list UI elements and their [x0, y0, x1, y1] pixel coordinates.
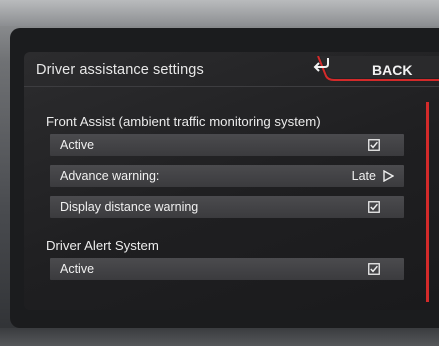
section-title-driver-alert: Driver Alert System — [46, 238, 159, 253]
checkbox-checked-icon[interactable] — [368, 139, 380, 151]
play-arrow-icon — [383, 170, 394, 182]
page-title: Driver assistance settings — [36, 62, 204, 78]
infotainment-screen: Driver assistance settings BACK Front As… — [24, 52, 439, 310]
checkbox-checked-icon[interactable] — [368, 201, 380, 213]
return-arrow-icon — [313, 58, 329, 72]
back-label: BACK — [372, 62, 413, 78]
display-distance-warning-row[interactable]: Display distance warning — [50, 196, 404, 218]
row-label: Active — [60, 262, 95, 276]
advance-warning-row[interactable]: Advance warning: Late — [50, 165, 404, 187]
header-divider — [24, 86, 439, 87]
row-label: Advance warning: — [60, 169, 160, 183]
section-title-front-assist: Front Assist (ambient traffic monitoring… — [46, 114, 321, 129]
front-assist-active-row[interactable]: Active — [50, 134, 404, 156]
back-button[interactable]: BACK — [312, 56, 439, 82]
bezel-bottom-trim — [0, 328, 439, 346]
bezel-top-edge — [0, 0, 439, 26]
checkbox-checked-icon[interactable] — [368, 263, 380, 275]
driver-alert-active-row[interactable]: Active — [50, 258, 404, 280]
scrollbar[interactable] — [426, 102, 429, 302]
row-label: Display distance warning — [60, 200, 199, 214]
advance-warning-value: Late — [351, 169, 376, 183]
row-label: Active — [60, 138, 95, 152]
